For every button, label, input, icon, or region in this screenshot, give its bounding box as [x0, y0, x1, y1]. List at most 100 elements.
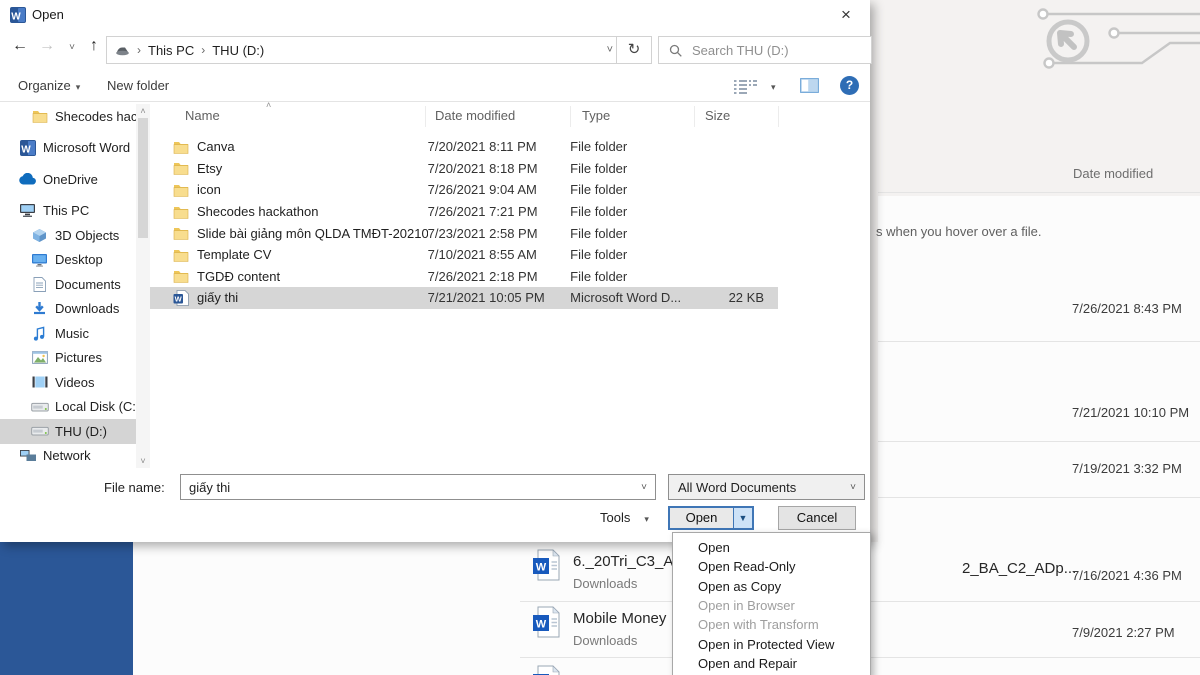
decorative-circuit-logo [1037, 8, 1200, 69]
column-header-type[interactable]: Type [582, 108, 610, 123]
word-document-icon: W [532, 606, 560, 641]
views-dropdown-icon[interactable]: ▾ [771, 82, 776, 93]
file-name-combo[interactable]: ˅ [180, 474, 656, 500]
cancel-button[interactable]: Cancel [778, 506, 856, 530]
dialog-toolbar: Organize ▾ New folder ▾ ? [0, 72, 870, 102]
divider [878, 192, 1200, 193]
sidebar-item-onedrive[interactable]: OneDrive [0, 167, 136, 192]
divider [878, 341, 1200, 342]
file-name: icon [197, 182, 221, 198]
folder-icon [173, 226, 190, 240]
music-icon [30, 326, 49, 341]
chevron-down-icon: ▾ [75, 82, 81, 92]
chevron-down-icon[interactable]: ˅ [641, 482, 647, 493]
file-list: Canva 7/20/2021 8:11 PM File folder Etsy 7/2… [150, 136, 778, 309]
open-button[interactable]: Open [670, 508, 733, 528]
table-row[interactable]: icon 7/26/2021 9:04 AM File folder [150, 179, 778, 201]
column-separator[interactable] [694, 106, 695, 127]
sidebar-item-label: 3D Objects [55, 227, 120, 243]
search-input[interactable] [690, 41, 871, 59]
screen: Date modified s when you hover over a fi… [0, 0, 1200, 675]
up-button[interactable]: ↑ [82, 37, 106, 55]
recent-locations-dropdown[interactable]: ˅ [60, 42, 84, 53]
preview-pane-icon[interactable] [800, 78, 819, 93]
table-row[interactable]: Template CV 7/10/2021 8:55 AM File folder [150, 244, 778, 266]
file-type: File folder [570, 225, 628, 241]
table-row[interactable]: Etsy 7/20/2021 8:18 PM File folder [150, 158, 778, 180]
sidebar-item-network[interactable]: Network [0, 444, 136, 469]
menu-item-open[interactable]: Open [673, 538, 870, 557]
worddoc-icon: W [173, 290, 190, 306]
table-row[interactable]: TGDĐ content 7/26/2021 2:18 PM File folder [150, 266, 778, 288]
breadcrumb-item[interactable]: This PC [148, 43, 194, 58]
sidebar-item-3d-objects[interactable]: 3D Objects [0, 223, 136, 248]
dialog-titlebar[interactable]: W Open × [0, 0, 870, 30]
file-type: File folder [570, 139, 628, 155]
tools-button[interactable]: Tools ▾ [600, 510, 649, 525]
scroll-down-icon[interactable]: ˅ [136, 456, 150, 466]
menu-item-open-in-protected-view[interactable]: Open in Protected View [673, 634, 870, 653]
column-header-name[interactable]: Name [185, 108, 220, 123]
disk-icon [30, 425, 49, 437]
sidebar-item-microsoft-word[interactable]: W Microsoft Word [0, 136, 136, 161]
file-date-modified: 7/26/2021 9:04 AM [427, 182, 537, 198]
help-icon[interactable]: ? [840, 76, 859, 95]
sidebar-item-pictures[interactable]: Pictures [0, 346, 136, 371]
videos-icon [30, 376, 49, 388]
refresh-button[interactable]: ↻ [616, 36, 652, 64]
address-bar[interactable]: › This PC › THU (D:) ˅ [106, 36, 622, 64]
menu-item-open-as-copy[interactable]: Open as Copy [673, 577, 870, 596]
sidebar-item-videos[interactable]: Videos [0, 370, 136, 395]
new-folder-button[interactable]: New folder [107, 78, 169, 93]
file-type-select[interactable]: All Word Documents ˅ [668, 474, 865, 500]
search-box[interactable] [658, 36, 872, 64]
sidebar-item-label: Microsoft Word [43, 140, 131, 156]
column-header-size[interactable]: Size [705, 108, 730, 123]
scroll-up-icon[interactable]: ˄ [136, 106, 150, 116]
file-date-modified: 7/20/2021 8:18 PM [427, 160, 538, 176]
sidebar-item-thu-d-[interactable]: THU (D:) [0, 419, 136, 444]
table-row[interactable]: Shecodes hackathon 7/26/2021 7:21 PM File … [150, 201, 778, 223]
file-name-input[interactable] [181, 478, 642, 496]
sidebar-scrollbar[interactable]: ˄ ˅ [136, 104, 150, 468]
scrollbar-thumb[interactable] [138, 118, 148, 238]
sidebar-item-music[interactable]: Music [0, 321, 136, 346]
column-separator[interactable] [425, 106, 426, 127]
column-headers: ˄ Name Date modified Type Size [150, 100, 779, 128]
organize-button[interactable]: Organize ▾ [18, 78, 80, 93]
column-header-date-modified[interactable]: Date modified [435, 108, 515, 123]
table-row[interactable]: Canva 7/20/2021 8:11 PM File folder [150, 136, 778, 158]
open-dialog: W Open × ← → ˅ ↑ › This PC › THU (D:) ˅ ↻ [0, 0, 872, 542]
sidebar-item-label: Documents [55, 276, 121, 292]
table-row[interactable]: Wgiấy thi 7/21/2021 10:05 PM Microsoft Wor… [150, 287, 778, 309]
address-dropdown-icon[interactable]: ˅ [607, 44, 613, 56]
disk-icon [30, 401, 49, 413]
forward-button[interactable]: → [35, 37, 59, 55]
sidebar-item-shecodes-hacka[interactable]: Shecodes hacka [0, 104, 136, 129]
open-dropdown-arrow[interactable]: ▼ [733, 508, 752, 528]
column-separator[interactable] [570, 106, 571, 127]
backstage-list-background [878, 196, 1200, 542]
menu-item-open-read-only[interactable]: Open Read-Only [673, 557, 870, 576]
column-separator[interactable] [778, 106, 779, 127]
sidebar-item-documents[interactable]: Documents [0, 272, 136, 297]
breadcrumb-item[interactable]: THU (D:) [212, 43, 264, 58]
back-button[interactable]: ← [8, 37, 32, 55]
views-icon[interactable] [733, 78, 757, 95]
breadcrumb-separator-icon[interactable]: › [137, 43, 141, 57]
sidebar-item-local-disk-c-[interactable]: Local Disk (C:) [0, 395, 136, 420]
breadcrumb-separator-icon[interactable]: › [201, 43, 205, 57]
sidebar-item-desktop[interactable]: Desktop [0, 248, 136, 273]
file-type-value: All Word Documents [678, 479, 797, 495]
file-size: 22 KB [728, 290, 764, 306]
file-name: giấy thi [197, 290, 239, 306]
breadcrumb: › This PC › THU (D:) [130, 43, 264, 58]
close-button[interactable]: × [824, 0, 868, 30]
file-name: Etsy [197, 160, 223, 176]
sidebar-item-label: Local Disk (C:) [55, 399, 136, 415]
sidebar-item-label: THU (D:) [55, 423, 107, 439]
sidebar-item-this-pc[interactable]: This PC [0, 199, 136, 224]
table-row[interactable]: Slide bài giảng môn QLDA TMĐT-20210... 7/… [150, 222, 778, 244]
menu-item-open-and-repair[interactable]: Open and Repair [673, 654, 870, 673]
sidebar-item-downloads[interactable]: Downloads [0, 297, 136, 322]
